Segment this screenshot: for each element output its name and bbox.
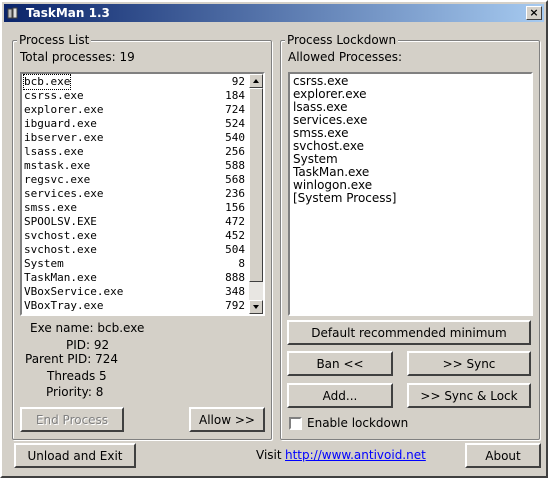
process-row[interactable]: mstask.exe 588: [22, 159, 249, 173]
allowed-rows: csrss.exe explorer.exe lsass.exe services.e…: [290, 74, 531, 205]
enable-lockdown-label[interactable]: Enable lockdown: [307, 416, 408, 430]
priority-label: Priority: 8: [46, 385, 104, 399]
process-pid: 92: [231, 75, 245, 88]
allowed-processes-label: Allowed Processes:: [288, 50, 403, 64]
process-name: csrss.exe: [24, 89, 84, 102]
allowed-listbox[interactable]: csrss.exe explorer.exe lsass.exe services.e…: [288, 72, 533, 316]
process-name: VBoxService.exe: [24, 285, 124, 298]
unload-exit-button[interactable]: Unload and Exit: [14, 443, 136, 468]
process-name: regsvc.exe: [24, 173, 91, 186]
process-name: explorer.exe: [24, 103, 104, 116]
process-pid: 348: [225, 285, 245, 298]
process-row[interactable]: VBoxTray.exe 792: [22, 299, 249, 313]
enable-lockdown-checkbox[interactable]: [289, 417, 302, 430]
scroll-up-button[interactable]: [249, 74, 263, 88]
title-bar[interactable]: TaskMan 1.3 ×: [4, 4, 544, 22]
process-row[interactable]: ibserver.exe 540: [22, 131, 249, 145]
process-listbox[interactable]: bcb.exe 92 csrss.exe 184 explorer.exe 724 ibgu…: [20, 72, 265, 316]
process-row[interactable]: lsass.exe 256: [22, 145, 249, 159]
process-pid: 888: [225, 271, 245, 284]
process-name: VBoxTray.exe: [24, 299, 104, 312]
sync-button[interactable]: >> Sync: [407, 351, 531, 376]
process-row[interactable]: VBoxService.exe 348: [22, 285, 249, 299]
exe-name-label: Exe name: bcb.exe: [30, 321, 145, 335]
process-row[interactable]: TaskMan.exe 888: [22, 271, 249, 285]
parent-pid-label: Parent PID: 724: [25, 352, 119, 366]
process-row[interactable]: services.exe 236: [22, 187, 249, 201]
process-list-label: Process List: [17, 33, 92, 47]
process-lockdown-label: Process Lockdown: [285, 33, 399, 47]
process-row[interactable]: SPOOLSV.EXE 472: [22, 215, 249, 229]
process-row[interactable]: svchost.exe 504: [22, 243, 249, 257]
process-pid: 588: [225, 159, 245, 172]
scroll-thumb[interactable]: [249, 88, 263, 282]
allow-button[interactable]: Allow >>: [189, 407, 265, 432]
process-row[interactable]: svchost.exe 452: [22, 229, 249, 243]
threads-label: Threads 5: [47, 369, 107, 383]
process-name: svchost.exe: [24, 229, 97, 242]
main-window: TaskMan 1.3 × Process List Total process…: [0, 0, 548, 478]
process-pid: 156: [225, 201, 245, 214]
process-name: svchost.exe: [24, 243, 97, 256]
process-pid: 184: [225, 89, 245, 102]
process-scrollbar[interactable]: [249, 74, 263, 314]
pid-label: PID: 92: [66, 338, 110, 352]
about-button[interactable]: About: [465, 443, 541, 468]
process-name: ibguard.exe: [24, 117, 97, 130]
close-icon: ×: [529, 6, 539, 19]
process-rows: bcb.exe 92 csrss.exe 184 explorer.exe 724 ibgu…: [22, 74, 249, 313]
window-title: TaskMan 1.3: [26, 6, 110, 20]
process-pid: 452: [225, 229, 245, 242]
arrow-down-icon: [253, 305, 259, 309]
visit-label: Visit: [256, 448, 282, 462]
arrow-up-icon: [253, 79, 259, 83]
process-pid: 568: [225, 173, 245, 186]
process-row[interactable]: ibguard.exe 524: [22, 117, 249, 131]
website-link[interactable]: http://www.antivoid.net: [285, 448, 426, 462]
process-pid: 524: [225, 117, 245, 130]
default-minimum-button[interactable]: Default recommended minimum: [287, 320, 531, 345]
process-row[interactable]: explorer.exe 724: [22, 103, 249, 117]
allowed-process-item[interactable]: [System Process]: [290, 192, 531, 205]
process-name: bcb.exe: [22, 74, 72, 90]
process-row[interactable]: csrss.exe 184: [22, 89, 249, 103]
process-row[interactable]: System 8: [22, 257, 249, 271]
process-row[interactable]: regsvc.exe 568: [22, 173, 249, 187]
process-name: services.exe: [24, 187, 104, 200]
process-pid: 792: [225, 299, 245, 312]
process-name: SPOOLSV.EXE: [24, 215, 97, 228]
ban-button[interactable]: Ban <<: [287, 351, 393, 376]
process-row[interactable]: bcb.exe 92: [22, 74, 249, 90]
process-row[interactable]: smss.exe 156: [22, 201, 249, 215]
process-pid: 8: [238, 257, 245, 270]
process-pid: 256: [225, 145, 245, 158]
total-processes-label: Total processes: 19: [20, 50, 135, 64]
sync-lock-button[interactable]: >> Sync & Lock: [407, 383, 531, 408]
process-pid: 724: [225, 103, 245, 116]
process-name: smss.exe: [24, 201, 77, 214]
end-process-button[interactable]: End Process: [20, 407, 124, 432]
process-pid: 472: [225, 215, 245, 228]
app-icon: [7, 7, 20, 20]
close-button[interactable]: ×: [526, 6, 542, 20]
process-name: ibserver.exe: [24, 131, 104, 144]
process-name: TaskMan.exe: [24, 271, 97, 284]
add-button[interactable]: Add...: [287, 383, 393, 408]
process-name: lsass.exe: [24, 145, 84, 158]
process-pid: 504: [225, 243, 245, 256]
scroll-down-button[interactable]: [249, 300, 263, 314]
process-name: mstask.exe: [24, 159, 91, 172]
process-name: System: [24, 257, 64, 270]
process-pid: 236: [225, 187, 245, 200]
process-pid: 540: [225, 131, 245, 144]
